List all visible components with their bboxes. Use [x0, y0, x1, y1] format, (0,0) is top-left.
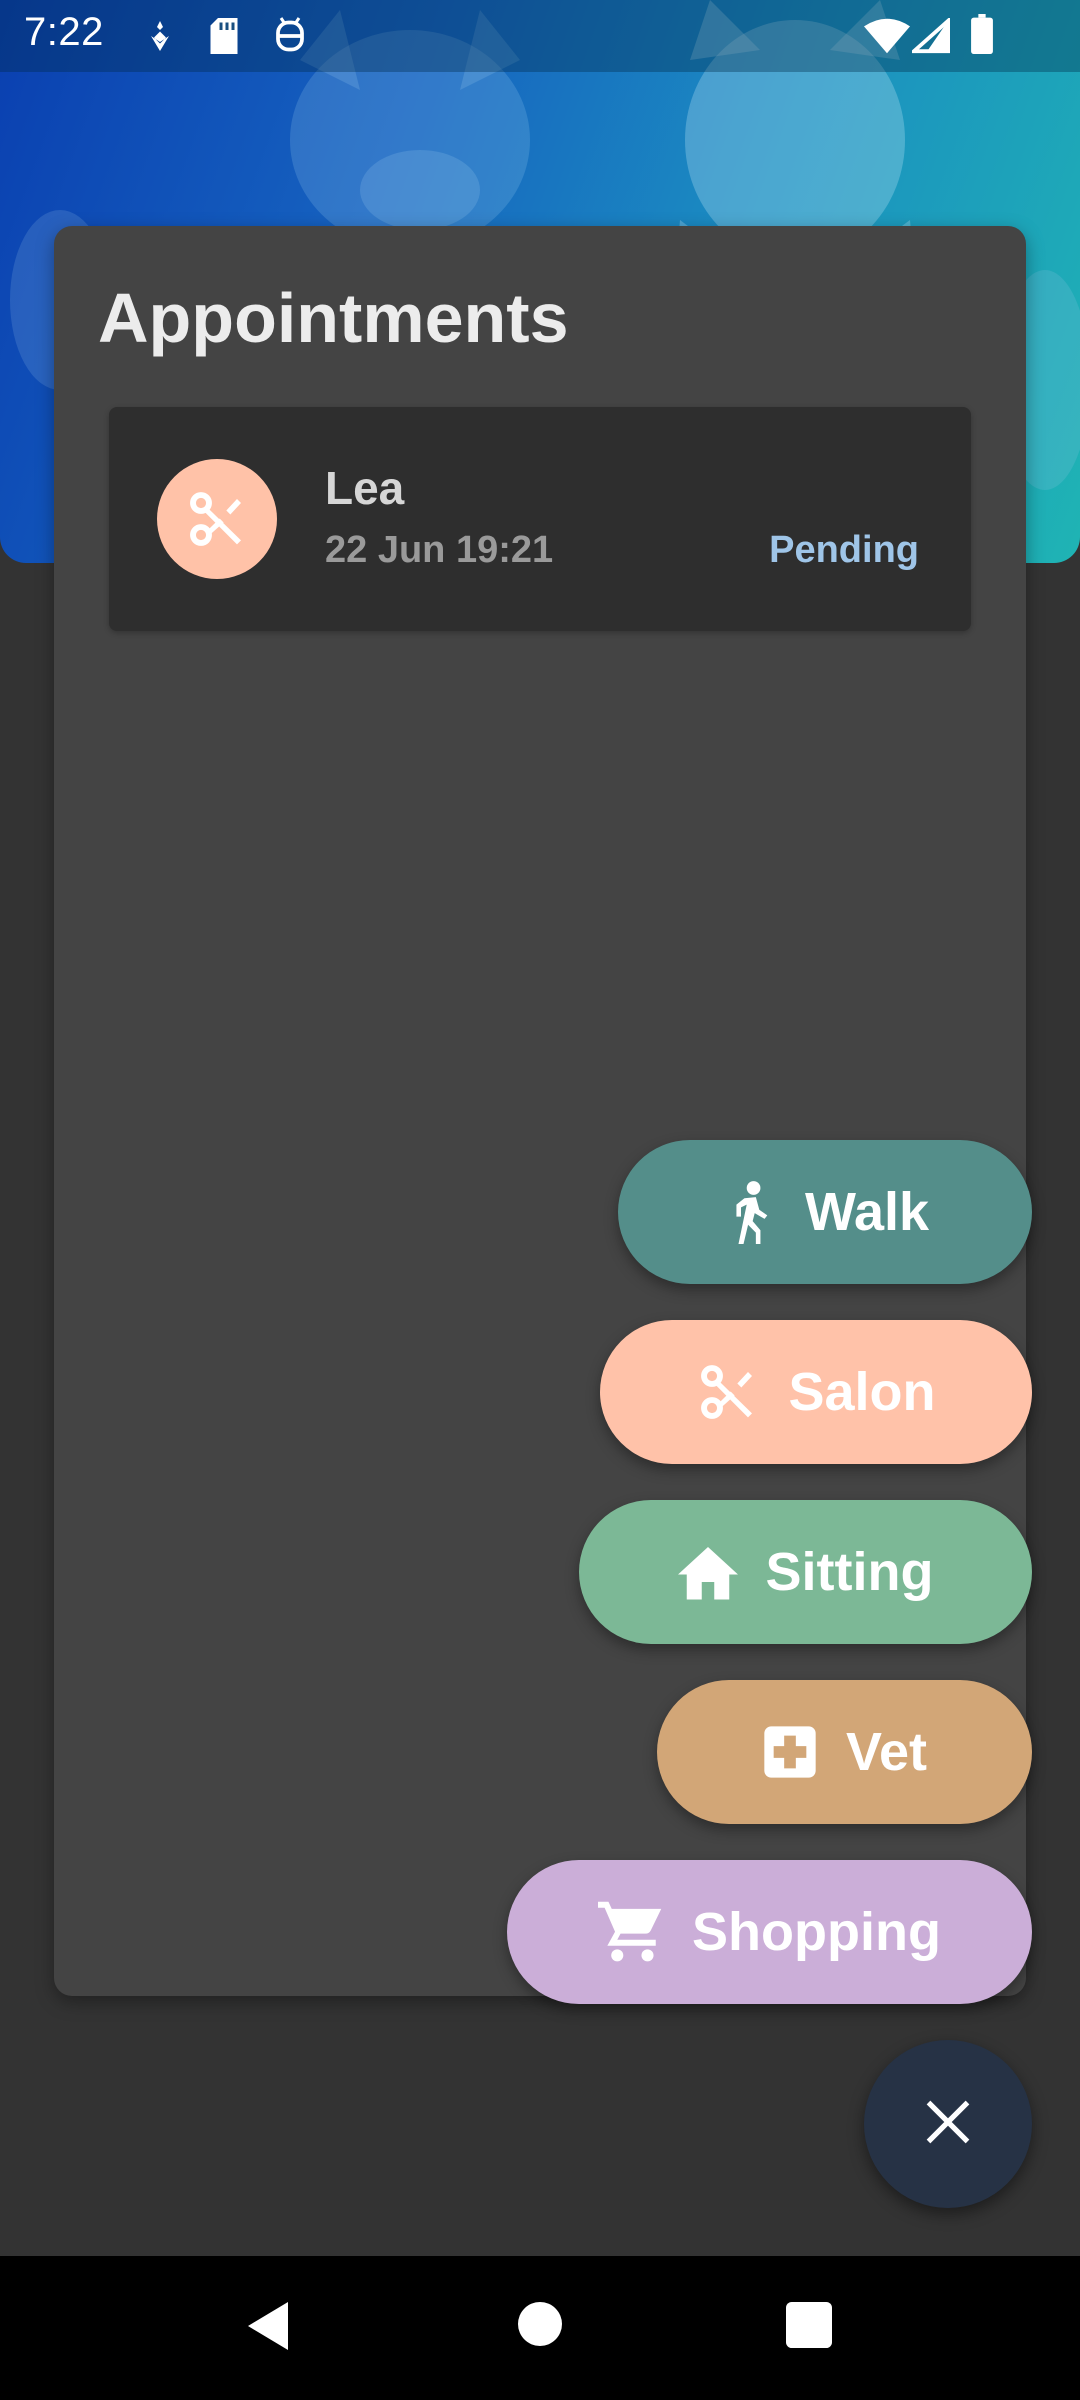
vet-button[interactable]: Vet: [657, 1680, 1032, 1824]
system-navigation-bar: [0, 2256, 1080, 2400]
sitting-button[interactable]: Sitting: [579, 1500, 1032, 1644]
appointment-status: Pending: [769, 529, 919, 571]
close-icon: [922, 2096, 974, 2153]
back-icon[interactable]: [244, 2298, 292, 2359]
walk-label: Walk: [804, 1182, 930, 1242]
walk-button[interactable]: Walk: [618, 1140, 1032, 1284]
sd-card-icon: [206, 16, 242, 61]
walk-icon: [721, 1180, 777, 1244]
home-icon: [677, 1544, 738, 1600]
shopping-label: Shopping: [692, 1902, 941, 1962]
salon-button[interactable]: Salon: [600, 1320, 1032, 1464]
shopping-button[interactable]: Shopping: [507, 1860, 1032, 2004]
home-nav-icon[interactable]: [518, 2302, 562, 2351]
sitting-label: Sitting: [765, 1542, 934, 1602]
close-fab-button[interactable]: [864, 2040, 1032, 2208]
notification-icon: [142, 18, 178, 59]
recents-icon[interactable]: [786, 2302, 832, 2353]
appointment-list-item[interactable]: Lea 22 Jun 19:21 Pending: [109, 407, 971, 631]
wifi-icon: [864, 18, 910, 59]
appointments-title: Appointments: [98, 279, 569, 357]
scissors-icon: [157, 459, 277, 579]
salon-label: Salon: [788, 1362, 936, 1422]
battery-icon: [970, 14, 994, 59]
medical-cross-icon: [762, 1724, 818, 1780]
cart-icon: [598, 1901, 664, 1963]
android-debug-icon: [272, 16, 308, 61]
status-bar: 7:22: [0, 0, 1080, 72]
scissors-icon: [696, 1360, 760, 1424]
app-screen: 7:22 Appointments Lea 22 Jun 19:21 Pendi…: [0, 0, 1080, 2400]
vet-label: Vet: [845, 1722, 928, 1782]
status-time: 7:22: [24, 10, 104, 54]
appointment-datetime: 22 Jun 19:21: [325, 529, 554, 571]
cell-signal-icon: [908, 16, 950, 59]
appointment-client-name: Lea: [325, 462, 405, 514]
